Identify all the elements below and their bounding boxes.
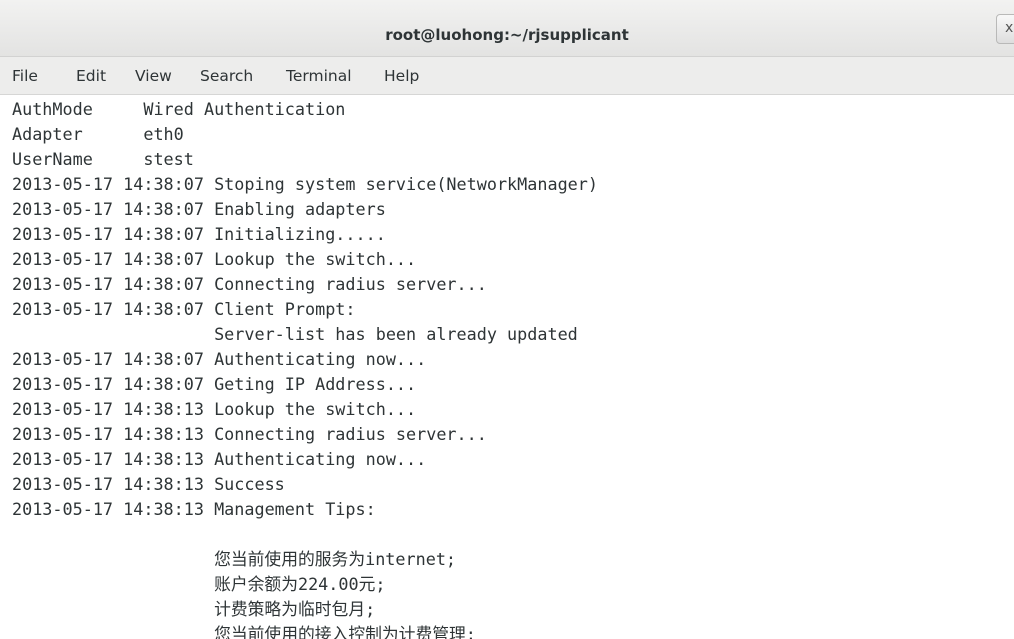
menu-bar: File Edit View Search Terminal Help [0, 57, 1014, 95]
terminal-line: AuthMode Wired Authentication [12, 99, 346, 119]
terminal-line: 2013-05-17 14:38:13 Authenticating now..… [12, 449, 427, 469]
menu-terminal[interactable]: Terminal [286, 67, 352, 85]
terminal-line: 2013-05-17 14:38:07 Initializing..... [12, 224, 386, 244]
terminal-window: root@luohong:~/rjsupplicant x File Edit … [0, 0, 1014, 639]
terminal-line: 2013-05-17 14:38:07 Stoping system servi… [12, 174, 598, 194]
terminal-line: Server-list has been already updated [12, 324, 578, 344]
terminal-line: 2013-05-17 14:38:13 Success [12, 474, 285, 494]
terminal-line: 2013-05-17 14:38:07 Connecting radius se… [12, 274, 487, 294]
menu-help[interactable]: Help [384, 67, 419, 85]
close-icon: x [1005, 20, 1014, 36]
menu-view[interactable]: View [135, 67, 172, 85]
terminal-line: 您当前使用的接入控制为计费管理; [12, 624, 476, 639]
terminal-line: 2013-05-17 14:38:07 Geting IP Address... [12, 374, 417, 394]
terminal-line: 2013-05-17 14:38:07 Enabling adapters [12, 199, 386, 219]
menu-edit[interactable]: Edit [76, 67, 106, 85]
window-title: root@luohong:~/rjsupplicant [385, 26, 629, 44]
terminal-line: 2013-05-17 14:38:13 Connecting radius se… [12, 424, 487, 444]
terminal-line: 2013-05-17 14:38:07 Authenticating now..… [12, 349, 427, 369]
terminal-line: 账户余额为224.00元; [12, 574, 386, 594]
close-button[interactable]: x [996, 14, 1014, 44]
terminal-line: 您当前使用的服务为internet; [12, 549, 457, 569]
terminal-line: 计费策略为临时包月; [12, 599, 376, 619]
terminal-line: UserName stest [12, 149, 194, 169]
terminal-line: 2013-05-17 14:38:07 Lookup the switch... [12, 249, 417, 269]
menu-file[interactable]: File [12, 67, 38, 85]
menu-search[interactable]: Search [200, 67, 253, 85]
terminal-line: 2013-05-17 14:38:13 Management Tips: [12, 499, 376, 519]
terminal-output[interactable]: AuthMode Wired Authentication Adapter et… [0, 95, 1014, 639]
terminal-line: 2013-05-17 14:38:07 Client Prompt: [12, 299, 356, 319]
terminal-line: 2013-05-17 14:38:13 Lookup the switch... [12, 399, 417, 419]
terminal-line: Adapter eth0 [12, 124, 184, 144]
title-bar[interactable]: root@luohong:~/rjsupplicant x [0, 0, 1014, 57]
